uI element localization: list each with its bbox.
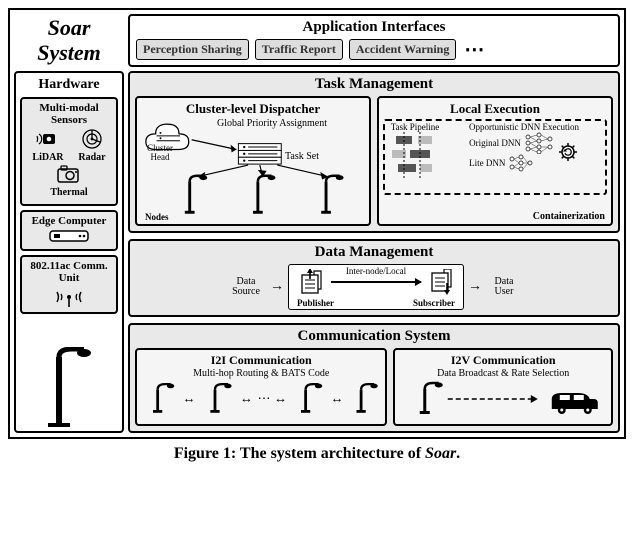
app-more-ellipsis: ⋯ — [462, 45, 484, 55]
pub-sub-box: Inter-node/Local Publisher Subscriber — [288, 264, 464, 310]
dispatcher-title: Cluster-level Dispatcher — [141, 101, 365, 117]
local-execution-panel: Local Execution Task Pipeline — [377, 96, 613, 226]
hardware-panel: Hardware Multi-modal Sensors — [14, 71, 124, 433]
communication-system-title: Communication System — [135, 328, 613, 345]
subscriber-icon — [429, 269, 453, 295]
dispatcher-diagram — [141, 119, 365, 215]
lidar-label: LiDAR — [32, 152, 63, 163]
data-source-label: Data Source — [232, 276, 260, 298]
i2v-diagram — [399, 381, 607, 415]
application-interfaces-row: Perception Sharing Traffic Report Accide… — [136, 39, 612, 60]
nodes-label: Nodes — [145, 212, 169, 222]
comm-unit-title: 802.11ac Comm. Unit — [25, 260, 113, 284]
original-dnn-label: Original DNN — [469, 138, 521, 148]
lite-dnn-label: Lite DNN — [469, 158, 505, 168]
system-title: Soar System — [14, 14, 124, 67]
inter-node-label: Inter-node/Local — [346, 266, 406, 276]
task-pipeline-icon — [390, 132, 440, 186]
arrow-icon: → — [270, 282, 284, 292]
edge-computer-title: Edge Computer — [25, 215, 113, 227]
sensors-box: Multi-modal Sensors — [20, 97, 118, 206]
i2i-subtitle: Multi-hop Routing & BATS Code — [141, 368, 381, 379]
data-management-title: Data Management — [135, 244, 613, 261]
i2v-subtitle: Data Broadcast & Rate Selection — [399, 368, 607, 379]
street-lamp-icon — [44, 347, 94, 427]
containerization-group: Task Pipeline — [383, 119, 607, 195]
app-chip-traffic-report: Traffic Report — [255, 39, 343, 60]
global-priority-label: Global Priority Assignment — [217, 118, 327, 129]
pubsub-arrow — [331, 281, 421, 283]
opportunistic-dnn-label: Opportunistic DNN Execution — [445, 123, 603, 132]
gear-swap-icon — [557, 133, 579, 171]
data-user-label: Data User — [495, 276, 514, 298]
data-management-panel: Data Management Data Source → — [128, 239, 620, 317]
architecture-figure: Soar System Application Interfaces Perce… — [8, 8, 626, 439]
i2i-title: I2I Communication — [141, 353, 381, 368]
svg-text:↔: ↔ — [240, 391, 253, 406]
i2i-box: I2I Communication Multi-hop Routing & BA… — [135, 348, 387, 426]
i2i-diagram: ↔ ↔ ⋯ ↔ ↔ — [141, 381, 381, 415]
task-management-panel: Task Management Cluster-level Dispatcher — [128, 71, 620, 233]
caption-prefix: Figure 1: The system architecture of — [174, 445, 425, 462]
main-column: Task Management Cluster-level Dispatcher — [128, 71, 620, 433]
local-execution-title: Local Execution — [383, 101, 607, 117]
arrow-icon: → — [468, 282, 482, 292]
radar-label: Radar — [78, 152, 105, 163]
containerization-label: Containerization — [533, 211, 605, 222]
original-dnn-icon — [523, 132, 555, 154]
communication-system-panel: Communication System I2I Communication M… — [128, 323, 620, 433]
sensors-title: Multi-modal Sensors — [25, 102, 113, 126]
i2v-title: I2V Communication — [399, 353, 607, 368]
thermal-icon — [56, 165, 82, 185]
caption-name: Soar — [425, 445, 456, 462]
svg-text:⋯: ⋯ — [258, 391, 271, 406]
publisher-icon — [299, 269, 323, 295]
application-interfaces-panel: Application Interfaces Perception Sharin… — [128, 14, 620, 67]
lidar-icon — [35, 128, 61, 150]
i2v-box: I2V Communication Data Broadcast & Rate … — [393, 348, 613, 426]
app-chip-accident-warning: Accident Warning — [349, 39, 456, 60]
edge-computer-box: Edge Computer — [20, 210, 118, 251]
task-pipeline-label: Task Pipeline — [387, 123, 443, 132]
dispatcher-panel: Cluster-level Dispatcher — [135, 96, 371, 226]
task-set-label: Task Set — [285, 151, 319, 162]
caption-suffix: . — [456, 445, 460, 462]
application-interfaces-title: Application Interfaces — [136, 19, 612, 36]
task-management-title: Task Management — [135, 76, 613, 93]
figure-caption: Figure 1: The system architecture of Soa… — [8, 445, 626, 463]
comm-unit-box: 802.11ac Comm. Unit — [20, 255, 118, 314]
app-chip-perception-sharing: Perception Sharing — [136, 39, 249, 60]
svg-text:↔: ↔ — [331, 391, 344, 406]
radar-icon — [80, 128, 104, 150]
antenna-icon — [51, 286, 87, 308]
svg-text:↔: ↔ — [274, 391, 287, 406]
hardware-title: Hardware — [20, 77, 118, 93]
publisher-label: Publisher — [297, 298, 334, 308]
edge-computer-icon — [44, 229, 94, 245]
lite-dnn-icon — [507, 154, 535, 172]
subscriber-label: Subscriber — [413, 298, 455, 308]
cluster-head-label: Cluster Head — [141, 144, 179, 163]
thermal-label: Thermal — [50, 187, 87, 198]
svg-text:↔: ↔ — [183, 391, 196, 406]
